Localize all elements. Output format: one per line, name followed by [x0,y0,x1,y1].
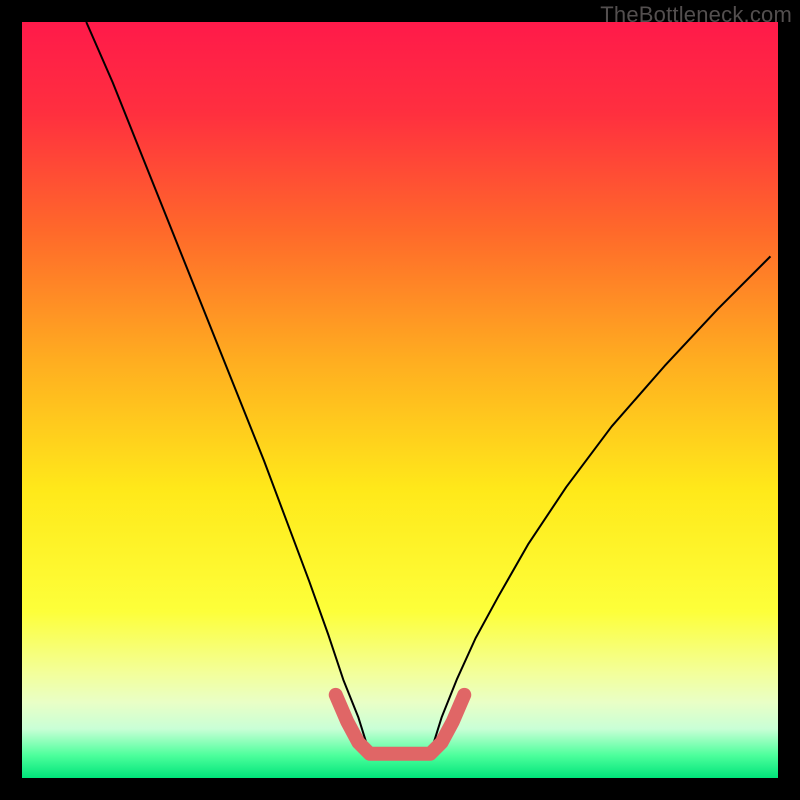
chart-plot [22,22,778,778]
gradient-background [22,22,778,778]
chart-frame: TheBottleneck.com [0,0,800,800]
